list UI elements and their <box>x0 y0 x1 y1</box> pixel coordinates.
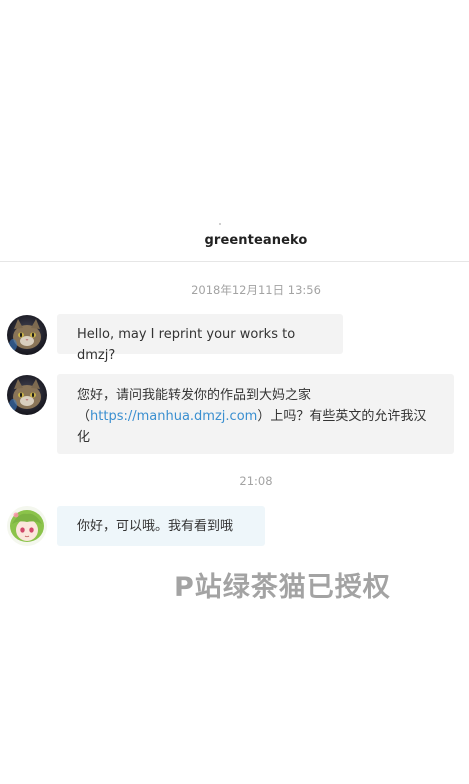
message-text: Hello, may I reprint your works to dmzj? <box>77 327 296 363</box>
cat-avatar-image <box>7 315 47 355</box>
header-indicator-dot <box>219 223 221 225</box>
watermark-text: P站绿茶猫已授权 <box>174 572 391 603</box>
conversation-title[interactable]: greenteaneko <box>0 233 469 248</box>
message-bubble[interactable]: 您好，请问我能转发你的作品到大妈之家 （https://manhua.dmzj.… <box>57 374 454 454</box>
message-text: 您好，请问我能转发你的作品到大妈之家 <box>77 388 312 403</box>
message-text: 你好，可以哦。我有看到哦 <box>77 519 234 534</box>
cat-avatar[interactable] <box>7 375 47 415</box>
cat-avatar-image <box>7 375 47 415</box>
anime-avatar[interactable] <box>7 506 47 546</box>
paren-open: （ <box>77 409 91 424</box>
cat-avatar[interactable] <box>7 315 47 355</box>
anime-avatar-image <box>7 506 47 546</box>
timestamp: 21:08 <box>239 474 273 488</box>
message-bubble[interactable]: Hello, may I reprint your works to dmzj? <box>57 314 343 363</box>
timestamp: 2018年12月11日 13:56 <box>191 283 321 297</box>
chat-header: greenteaneko <box>0 0 469 262</box>
message-link[interactable]: https://manhua.dmzj.com <box>90 409 257 424</box>
message-bubble[interactable]: 你好，可以哦。我有看到哦 <box>57 506 265 546</box>
